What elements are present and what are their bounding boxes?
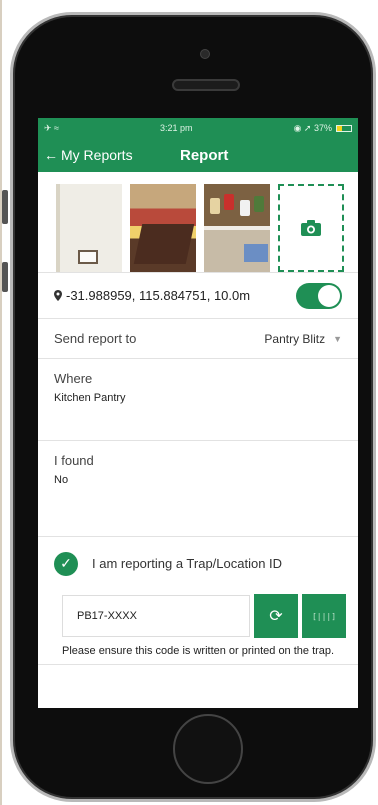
photo-thumbnail[interactable] bbox=[56, 184, 122, 272]
toggle-knob bbox=[318, 284, 340, 307]
status-bar: ✈ ≈ 3:21 pm ◉ ➚ 37% bbox=[38, 118, 358, 138]
home-button[interactable] bbox=[173, 714, 243, 784]
send-to-row[interactable]: Send report to Pantry Blitz ▼ bbox=[38, 318, 358, 358]
refresh-icon: ⟳ bbox=[269, 608, 283, 625]
photo-detail bbox=[244, 244, 268, 262]
where-value[interactable]: Kitchen Pantry bbox=[54, 392, 342, 404]
location-coordinates: -31.988959, 115.884751, 10.0m bbox=[66, 288, 251, 303]
app-screen: ✈ ≈ 3:21 pm ◉ ➚ 37% ← My Reports Report bbox=[38, 118, 358, 708]
photo-thumbnail[interactable] bbox=[204, 184, 270, 272]
earpiece-speaker bbox=[172, 79, 240, 91]
status-right-icons: ◉ ➚ 37% bbox=[293, 122, 332, 133]
trap-code-note: Please ensure this code is written or pr… bbox=[62, 645, 335, 657]
chevron-down-icon: ▼ bbox=[333, 333, 342, 344]
location-text: -31.988959, 115.884751, 10.0m bbox=[54, 288, 250, 303]
photo-detail bbox=[78, 250, 98, 264]
scan-code-button[interactable]: [|||] bbox=[302, 594, 346, 638]
nav-bar: ← My Reports Report bbox=[38, 138, 358, 172]
trap-checkbox-row[interactable]: ✓ I am reporting a Trap/Location ID bbox=[38, 536, 358, 590]
status-right: ◉ ➚ 37% bbox=[294, 123, 352, 134]
where-field[interactable]: Where Kitchen Pantry bbox=[38, 358, 358, 440]
trap-checkbox[interactable]: ✓ bbox=[54, 551, 78, 576]
page: ✈ ≈ 3:21 pm ◉ ➚ 37% ← My Reports Report bbox=[0, 0, 378, 805]
found-value[interactable]: No bbox=[54, 474, 342, 486]
page-title: Report bbox=[180, 146, 229, 164]
trap-code-input[interactable] bbox=[62, 595, 250, 637]
camera-icon bbox=[301, 220, 321, 236]
back-label: My Reports bbox=[61, 147, 133, 163]
found-label: I found bbox=[54, 453, 94, 468]
photo-detail bbox=[240, 200, 250, 216]
photo-strip bbox=[38, 172, 358, 272]
where-label: Where bbox=[54, 371, 93, 386]
send-to-label: Send report to bbox=[54, 331, 137, 346]
front-camera bbox=[200, 49, 210, 59]
photo-detail bbox=[133, 224, 195, 264]
mute-switch bbox=[2, 190, 8, 224]
page-edge bbox=[0, 0, 2, 805]
trap-code-row: ⟳ [|||] bbox=[38, 590, 358, 638]
volume-button bbox=[2, 262, 8, 292]
battery-fill bbox=[337, 125, 343, 131]
location-row: -31.988959, 115.884751, 10.0m bbox=[38, 272, 358, 318]
refresh-code-button[interactable]: ⟳ bbox=[254, 594, 298, 638]
photo-detail bbox=[210, 198, 220, 214]
send-to-select[interactable]: Pantry Blitz ▼ bbox=[264, 332, 342, 346]
trap-checkbox-label: I am reporting a Trap/Location ID bbox=[92, 556, 283, 571]
send-to-value: Pantry Blitz bbox=[264, 331, 326, 346]
chevron-left-icon: ← bbox=[44, 147, 58, 163]
photo-detail bbox=[254, 196, 264, 212]
barcode-scan-icon: [|||] bbox=[311, 611, 337, 621]
location-toggle[interactable] bbox=[296, 282, 342, 309]
status-time: 3:21 pm bbox=[160, 123, 193, 133]
photo-detail bbox=[56, 184, 60, 272]
checkmark-icon: ✓ bbox=[60, 555, 72, 571]
back-button[interactable]: ← My Reports bbox=[44, 147, 133, 163]
status-left-icons: ✈ ≈ bbox=[44, 122, 59, 133]
map-pin-icon bbox=[54, 290, 62, 301]
found-field[interactable]: I found No bbox=[38, 440, 358, 536]
photo-detail bbox=[224, 194, 234, 210]
battery-icon bbox=[336, 124, 352, 132]
add-photo-button[interactable] bbox=[278, 184, 344, 272]
divider bbox=[38, 664, 358, 665]
photo-thumbnail[interactable] bbox=[130, 184, 196, 272]
